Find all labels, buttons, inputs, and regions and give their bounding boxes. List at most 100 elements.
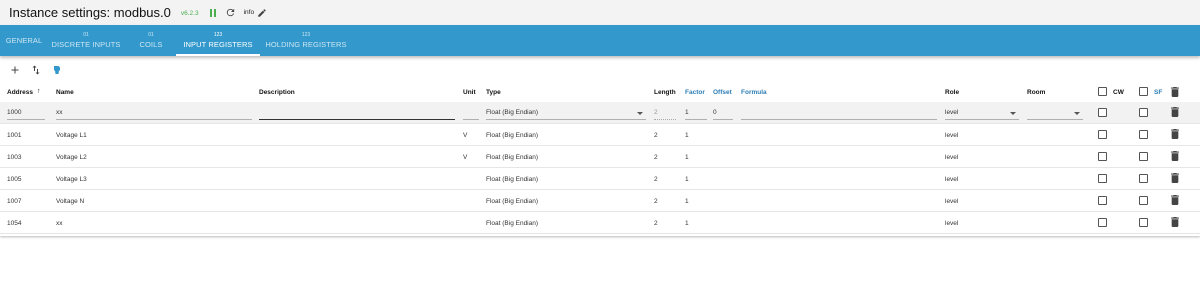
delete-all-icon[interactable]: [1171, 87, 1179, 97]
cw-select-all-checkbox[interactable]: [1098, 87, 1107, 96]
sf-checkbox[interactable]: [1139, 218, 1148, 227]
col-unit[interactable]: Unit: [463, 89, 476, 96]
tab-label: INPUT REGISTERS: [183, 39, 253, 49]
cell-unit: V: [463, 154, 468, 161]
chevron-down-icon: [637, 112, 643, 115]
tab-input-registers[interactable]: 123 INPUT REGISTERS: [176, 25, 260, 56]
trash-icon[interactable]: [1171, 217, 1179, 227]
role-select[interactable]: level: [945, 108, 1019, 120]
unit-input[interactable]: [463, 108, 479, 120]
cell-length: 2: [654, 220, 658, 227]
cell-address: 1054: [7, 220, 22, 227]
import-export-icon[interactable]: [51, 64, 63, 76]
version-badge: v6.2.3: [180, 10, 199, 17]
trash-icon[interactable]: [1171, 129, 1179, 139]
col-length[interactable]: Length: [654, 89, 676, 96]
description-input[interactable]: [259, 108, 455, 120]
cw-checkbox[interactable]: [1098, 130, 1107, 139]
tab-label: DISCRETE INPUTS: [51, 39, 121, 49]
cell-address: 1001: [7, 132, 22, 139]
col-factor[interactable]: Factor: [685, 89, 705, 96]
chevron-down-icon: [1010, 112, 1016, 115]
cell-factor: 1: [685, 176, 689, 183]
cell-factor: 1: [685, 132, 689, 139]
table-bottom-edge: [0, 234, 1200, 236]
sf-checkbox[interactable]: [1139, 174, 1148, 183]
tab-count: 123: [213, 31, 223, 38]
sf-checkbox[interactable]: [1139, 108, 1148, 117]
cell-name: Voltage L3: [56, 176, 87, 183]
cw-checkbox[interactable]: [1098, 108, 1107, 117]
tab-count: 01: [148, 31, 154, 38]
trash-icon[interactable]: [1171, 195, 1179, 205]
tab-label: COILS: [139, 39, 163, 49]
table-header: Address ↑ Name Description Unit Type Len…: [0, 84, 1200, 102]
trash-icon[interactable]: [1171, 107, 1179, 117]
col-description[interactable]: Description: [259, 89, 295, 96]
cw-checkbox[interactable]: [1098, 152, 1107, 161]
sf-checkbox[interactable]: [1139, 152, 1148, 161]
cw-checkbox[interactable]: [1098, 196, 1107, 205]
col-room[interactable]: Room: [1027, 89, 1045, 96]
cell-name: Voltage L2: [56, 154, 87, 161]
cell-length: 2: [654, 176, 658, 183]
type-select[interactable]: Float (Big Endian): [486, 108, 646, 120]
tab-general[interactable]: GENERAL: [2, 25, 46, 56]
tab-discrete-inputs[interactable]: 01 DISCRETE INPUTS: [46, 25, 126, 56]
factor-input[interactable]: 1: [685, 108, 707, 120]
reload-icon[interactable]: [225, 7, 236, 18]
cell-role: level: [945, 176, 959, 183]
cell-role: level: [945, 198, 959, 205]
trash-icon[interactable]: [1171, 151, 1179, 161]
cell-role: level: [945, 154, 959, 161]
tab-coils[interactable]: 01 COILS: [126, 25, 176, 56]
table-row[interactable]: 1005 Voltage L3 Float (Big Endian) 2 1 l…: [0, 168, 1200, 190]
table-row[interactable]: 1001 Voltage L1 V Float (Big Endian) 2 1…: [0, 124, 1200, 146]
table-row-editing: 1000 xx Float (Big Endian) 2 1 0 level: [0, 102, 1200, 124]
cell-length: 2: [654, 198, 658, 205]
info-label: info: [243, 9, 255, 16]
plus-icon[interactable]: [9, 64, 21, 76]
swap-vertical-icon[interactable]: [30, 64, 42, 76]
sf-select-all-checkbox[interactable]: [1139, 87, 1148, 96]
chevron-down-icon: [1074, 112, 1080, 115]
page-title: Instance settings: modbus.0: [9, 5, 171, 20]
cell-unit: V: [463, 132, 468, 139]
cw-checkbox[interactable]: [1098, 174, 1107, 183]
cell-name: xx: [56, 220, 63, 227]
pencil-icon[interactable]: [257, 8, 267, 18]
sort-asc-icon[interactable]: ↑: [37, 88, 41, 95]
cell-type: Float (Big Endian): [486, 154, 539, 161]
col-formula[interactable]: Formula: [741, 89, 767, 96]
cell-role: level: [945, 132, 959, 139]
pause-icon[interactable]: [209, 8, 216, 17]
name-input[interactable]: xx: [56, 108, 252, 120]
sf-checkbox[interactable]: [1139, 130, 1148, 139]
table-toolbar: [0, 56, 1200, 84]
cell-length: 2: [654, 132, 658, 139]
offset-input[interactable]: 0: [713, 108, 733, 120]
col-type[interactable]: Type: [486, 89, 501, 96]
cell-address: 1005: [7, 176, 22, 183]
address-input[interactable]: 1000: [7, 108, 45, 120]
cell-name: Voltage L1: [56, 132, 87, 139]
table-row[interactable]: 1054 xx Float (Big Endian) 2 1 level: [0, 212, 1200, 234]
cell-type: Float (Big Endian): [486, 198, 539, 205]
col-name[interactable]: Name: [56, 89, 74, 96]
formula-input[interactable]: [741, 108, 937, 120]
cell-name: Voltage N: [56, 198, 85, 205]
col-role[interactable]: Role: [945, 89, 959, 96]
cell-factor: 1: [685, 220, 689, 227]
tab-holding-registers[interactable]: 123 HOLDING REGISTERS: [260, 25, 352, 56]
trash-icon[interactable]: [1171, 173, 1179, 183]
tab-label: HOLDING REGISTERS: [265, 39, 347, 49]
cell-type: Float (Big Endian): [486, 176, 539, 183]
table-row[interactable]: 1003 Voltage L2 V Float (Big Endian) 2 1…: [0, 146, 1200, 168]
col-offset[interactable]: Offset: [713, 89, 732, 96]
table-row[interactable]: 1007 Voltage N Float (Big Endian) 2 1 le…: [0, 190, 1200, 212]
sf-checkbox[interactable]: [1139, 196, 1148, 205]
col-address[interactable]: Address: [7, 89, 33, 96]
cw-checkbox[interactable]: [1098, 218, 1107, 227]
col-cw[interactable]: CW: [1113, 89, 1124, 96]
col-sf[interactable]: SF: [1154, 89, 1162, 96]
